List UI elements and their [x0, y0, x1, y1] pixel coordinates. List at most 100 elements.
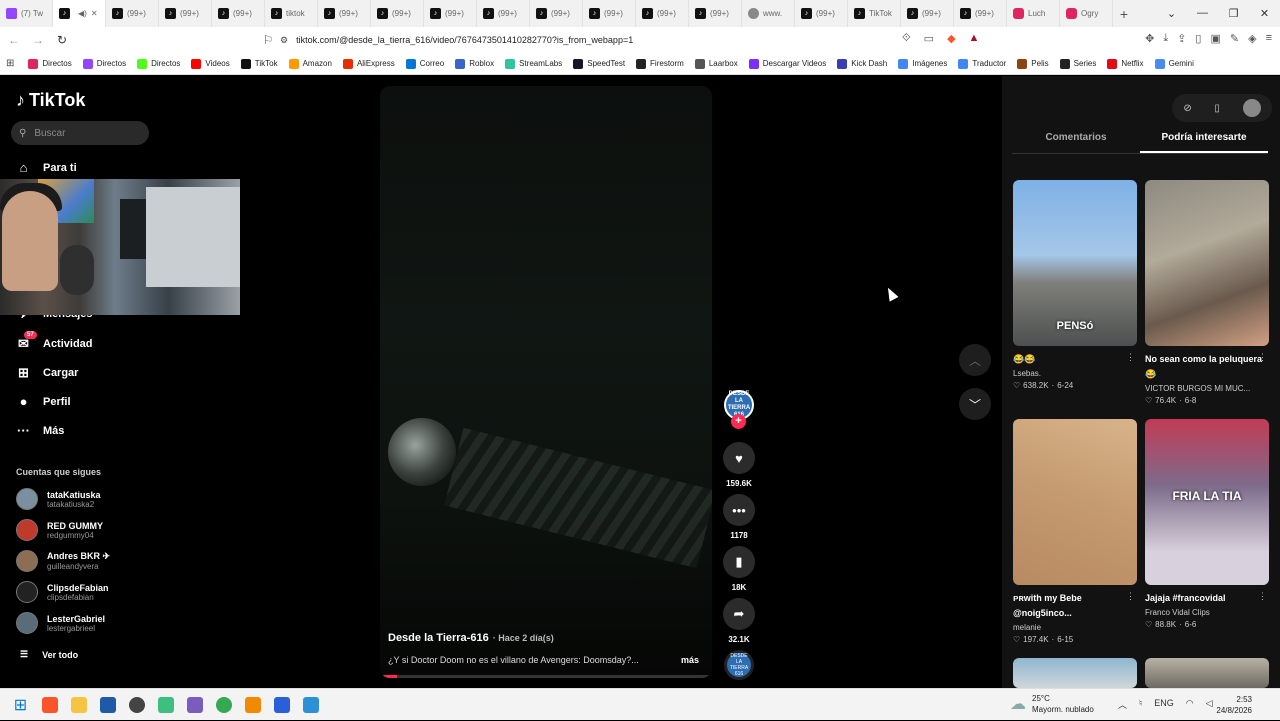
bookmark-item[interactable]: Correo: [405, 58, 444, 69]
card-title[interactable]: No sean como la peluquera 😂: [1145, 352, 1269, 382]
nav-upload[interactable]: ⊞ Cargar: [16, 365, 78, 381]
card-title[interactable]: ᴘʀwith my Bebe @noig5inco...: [1013, 591, 1137, 621]
recommended-video-card[interactable]: ᴘʀwith my Bebe @noig5inco... melanie ♡ 197.…: [1013, 419, 1137, 644]
bookmark-item[interactable]: Gemini: [1154, 58, 1194, 69]
see-all-button[interactable]: ☰ Ver todo: [20, 649, 78, 660]
bookmark-icon[interactable]: ⚐: [258, 33, 278, 47]
following-account[interactable]: tataKatiuska tatakatiuska2: [16, 488, 101, 510]
follow-plus-button[interactable]: +: [731, 414, 746, 429]
chrome-icon[interactable]: [209, 689, 238, 721]
leo-icon[interactable]: ✎: [1230, 32, 1239, 45]
recommended-video-card[interactable]: [1013, 658, 1137, 688]
recommended-video-card[interactable]: [1145, 658, 1269, 688]
vlc-icon[interactable]: [238, 689, 267, 721]
file-explorer-icon[interactable]: [64, 689, 93, 721]
bookmark-item[interactable]: Amazon: [288, 58, 332, 69]
app-icon-5[interactable]: [151, 689, 180, 721]
video-thumbnail[interactable]: [1145, 180, 1269, 346]
browser-tab[interactable]: ♪ (99+): [318, 0, 371, 27]
card-author[interactable]: Franco Vidal Clips: [1145, 608, 1269, 617]
video-author[interactable]: Desde la Tierra-616: [388, 632, 489, 644]
apps-icon[interactable]: ⊞: [6, 58, 14, 69]
browser-tab[interactable]: ♪ ◀) ✕: [53, 0, 106, 27]
close-tab-icon[interactable]: ✕: [91, 9, 98, 18]
following-account[interactable]: RED GUMMY redgummy04: [16, 519, 103, 541]
nav-activity[interactable]: ✉ 57 Actividad: [16, 331, 93, 352]
browser-tab[interactable]: ♪ (99+): [530, 0, 583, 27]
tab-recommended[interactable]: Podría interesarte: [1140, 132, 1268, 153]
brave-app-icon[interactable]: [35, 689, 64, 721]
tab-search-icon[interactable]: ⌄: [1156, 7, 1187, 20]
browser-tab[interactable]: ♪ (99+): [636, 0, 689, 27]
card-options-icon[interactable]: ⋮: [1258, 591, 1267, 602]
browser-tab[interactable]: ♪ (99+): [583, 0, 636, 27]
site-info-icon[interactable]: ⚙: [280, 35, 288, 46]
reload-icon[interactable]: ↻: [52, 33, 72, 47]
brave-shield-icon[interactable]: ◆: [947, 32, 955, 45]
new-tab-button[interactable]: +: [1113, 6, 1135, 22]
browser-tab[interactable]: ♪ (99+): [901, 0, 954, 27]
share-icon[interactable]: ⇪: [1177, 32, 1186, 45]
card-author[interactable]: melanie: [1013, 623, 1137, 632]
browser-tab[interactable]: ♪ (99+): [689, 0, 742, 27]
following-account[interactable]: LesterGabriel lestergabrieel: [16, 612, 105, 634]
url-field[interactable]: ⚙ tiktok.com/@desde_la_tierra_616/video/…: [280, 31, 1000, 49]
user-avatar[interactable]: [1242, 99, 1261, 117]
language-indicator[interactable]: ENG: [1154, 698, 1174, 711]
obs-icon[interactable]: [122, 689, 151, 721]
nav-home[interactable]: ⌂ Para ti: [16, 160, 77, 175]
comment-icon[interactable]: •••: [723, 494, 755, 526]
card-author[interactable]: VICTOR BURGOS MI MUC...: [1145, 384, 1269, 393]
following-account[interactable]: Andres BKR ✈ guilleandyvera: [16, 550, 110, 572]
browser-tab[interactable]: (7) Tw: [0, 0, 53, 27]
video-thumbnail[interactable]: [1145, 658, 1269, 688]
bookmark-item[interactable]: Imágenes: [898, 58, 947, 69]
mic-icon[interactable]: ♮: [1139, 698, 1142, 711]
browser-tab[interactable]: ♪ (99+): [477, 0, 530, 27]
device-icon[interactable]: ▯: [1214, 103, 1220, 114]
video-thumbnail[interactable]: FRIA LA TIA: [1145, 419, 1269, 585]
bookmark-item[interactable]: AliExpress: [342, 58, 395, 69]
tab-comments[interactable]: Comentarios: [1012, 132, 1140, 153]
tiktok-logo[interactable]: ♪ TikTok: [16, 90, 85, 111]
browser-tab[interactable]: ♪ TikTok: [848, 0, 901, 27]
weather-widget[interactable]: ☁ 25°C Mayorm. nublado: [1010, 693, 1094, 715]
bookmark-item[interactable]: Netflix: [1107, 58, 1144, 69]
browser-tab[interactable]: ♪ (99+): [106, 0, 159, 27]
back-icon[interactable]: ←: [4, 33, 24, 47]
volume-icon[interactable]: ◁: [1206, 698, 1213, 711]
share-arrow-icon[interactable]: ➦: [723, 598, 755, 630]
card-title[interactable]: 😂😂: [1013, 352, 1137, 367]
browser-tab[interactable]: ♪ (99+): [795, 0, 848, 27]
wifi-icon[interactable]: ◠: [1186, 698, 1194, 711]
browser-tab[interactable]: ♪ (99+): [371, 0, 424, 27]
menu-icon[interactable]: ≡: [1266, 32, 1272, 45]
video-thumbnail[interactable]: [1013, 419, 1137, 585]
nav-more[interactable]: ··· Más: [16, 423, 64, 438]
card-title[interactable]: Jajaja #francovidal: [1145, 591, 1269, 606]
downloads-icon[interactable]: ⤓: [1163, 32, 1168, 45]
minimize-icon[interactable]: —: [1187, 7, 1218, 20]
browser-tab[interactable]: www.: [742, 0, 795, 27]
next-video-button[interactable]: ﹀: [959, 388, 991, 420]
card-options-icon[interactable]: ⋮: [1258, 352, 1267, 363]
close-window-icon[interactable]: ✕: [1249, 7, 1280, 20]
recommended-video-card[interactable]: FRIA LA TIA Jajaja #francovidal Franco Vid…: [1145, 419, 1269, 629]
tray-chevron-icon[interactable]: ︿: [1118, 698, 1127, 711]
music-disc[interactable]: DESDE LA TIERRA 616: [724, 650, 754, 680]
card-options-icon[interactable]: ⋮: [1126, 352, 1135, 363]
browser-tab[interactable]: ♪ (99+): [212, 0, 265, 27]
recommended-video-card[interactable]: PENSó 😂😂 Lsebas. ♡ 638.2K · 6-24 ⋮: [1013, 180, 1137, 390]
search-box[interactable]: ⚲: [11, 121, 149, 145]
maximize-icon[interactable]: ❐: [1218, 7, 1249, 20]
bookmark-item[interactable]: Kick Dash: [837, 58, 887, 69]
bookmark-item[interactable]: Firestorm: [636, 58, 684, 69]
wallet-icon[interactable]: ▣: [1210, 32, 1220, 45]
card-options-icon[interactable]: ⋮: [1126, 591, 1135, 602]
browser-tab[interactable]: ♪ (99+): [424, 0, 477, 27]
bookmark-item[interactable]: TikTok: [240, 58, 278, 69]
bookmark-item[interactable]: Traductor: [958, 58, 1006, 69]
cast-icon[interactable]: ▭: [924, 32, 934, 45]
sidebar-icon[interactable]: ▯: [1195, 32, 1201, 45]
card-author[interactable]: Lsebas.: [1013, 369, 1137, 378]
